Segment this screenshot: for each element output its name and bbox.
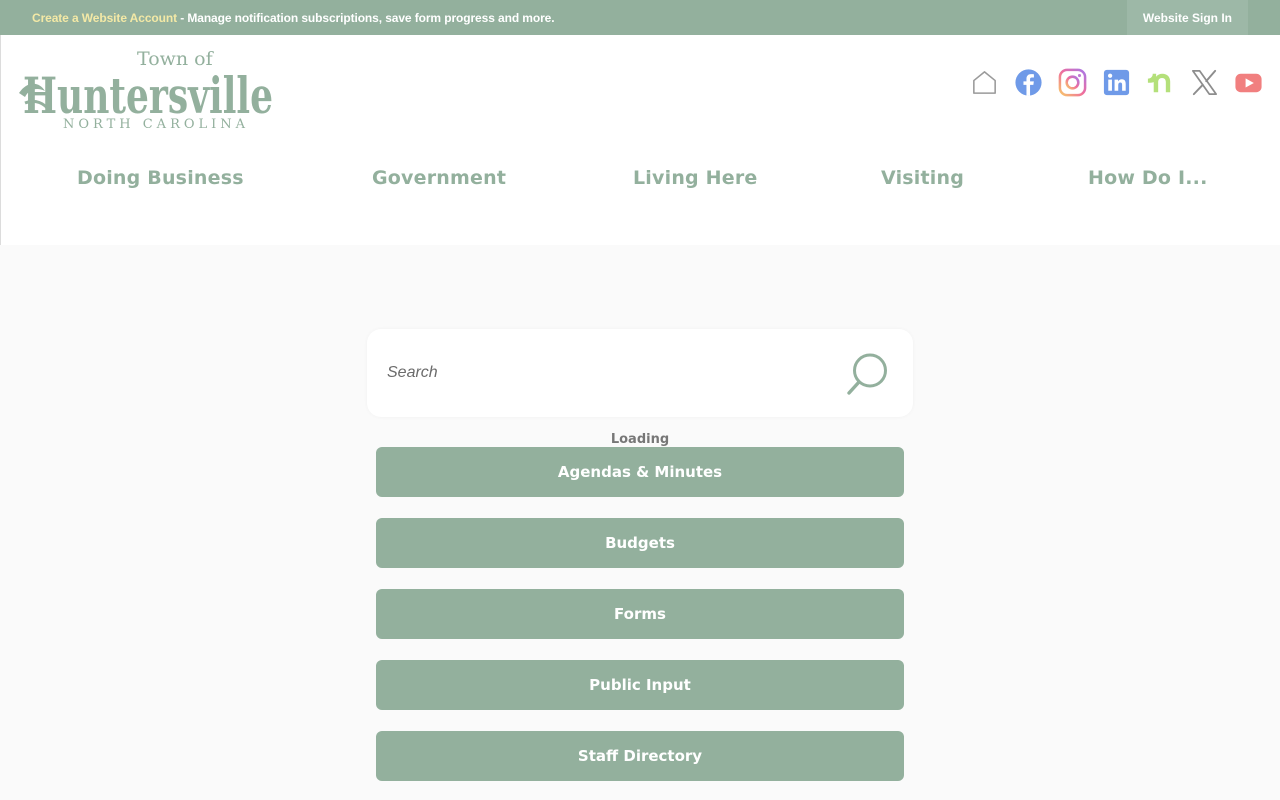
x-icon[interactable] (1189, 67, 1220, 98)
nav-item-living-here[interactable]: Living Here (633, 167, 758, 189)
nav-item-government[interactable]: Government (372, 167, 506, 189)
nav-item-doing-business[interactable]: Doing Business (77, 167, 244, 189)
website-sign-in-button[interactable]: Website Sign In (1126, 0, 1248, 35)
public-input-button[interactable]: Public Input (376, 660, 904, 710)
forms-button[interactable]: Forms (376, 589, 904, 639)
youtube-icon[interactable] (1233, 67, 1264, 98)
account-message: Create a Website Account - Manage notifi… (0, 10, 555, 25)
loading-status: Loading (610, 432, 670, 447)
nextdoor-icon[interactable] (1145, 67, 1176, 98)
linkedin-icon[interactable] (1101, 67, 1132, 98)
search-input[interactable] (387, 357, 827, 389)
top-utility-bar: Create a Website Account - Manage notifi… (0, 0, 1280, 35)
agendas-minutes-button[interactable]: Agendas & Minutes (376, 447, 904, 497)
main-navigation: Doing Business Government Living Here Vi… (1, 167, 1280, 197)
social-links (969, 67, 1264, 98)
staff-directory-button[interactable]: Staff Directory (376, 731, 904, 781)
instagram-icon[interactable] (1057, 67, 1088, 98)
search-icon[interactable] (845, 351, 891, 397)
home-icon[interactable] (969, 67, 1000, 98)
town-logo[interactable]: Town of Huntersville NORTH CAROLINA (15, 41, 277, 131)
site-header: Town of Huntersville NORTH CAROLINA Doin… (0, 35, 1280, 245)
create-account-link[interactable]: Create a Website Account (32, 11, 177, 25)
nav-item-how-do-i[interactable]: How Do I... (1088, 167, 1207, 189)
budgets-button[interactable]: Budgets (376, 518, 904, 568)
account-message-text: - Manage notification subscriptions, sav… (176, 10, 555, 25)
nav-item-visiting[interactable]: Visiting (881, 167, 964, 189)
search-box (367, 329, 913, 417)
logo-state: NORTH CAROLINA (63, 117, 249, 131)
facebook-icon[interactable] (1013, 67, 1044, 98)
